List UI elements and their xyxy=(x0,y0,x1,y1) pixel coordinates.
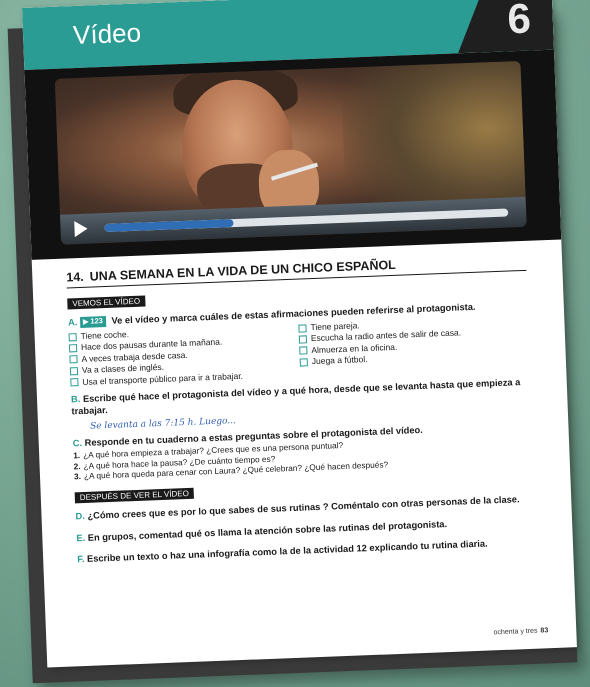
textbook-page: Vídeo 6 14. UNA SEMANA EN LA VIDA DE UN C… xyxy=(22,0,577,668)
section-label-after: DESPUÉS DE VER EL VÍDEO xyxy=(74,488,195,504)
task-a-letter: A. xyxy=(67,317,78,328)
question-number: 2. xyxy=(73,460,81,472)
activity-number: 14. xyxy=(66,269,85,285)
checkbox[interactable] xyxy=(69,367,79,376)
activity-content: 14. UNA SEMANA EN LA VIDA DE UN CHICO ESP… xyxy=(66,247,537,567)
checkbox[interactable] xyxy=(69,355,78,364)
checkbox[interactable] xyxy=(70,378,79,387)
section-label-watch: VEMOS EL VÍDEO xyxy=(67,295,146,310)
task-c-letter: C. xyxy=(72,438,83,449)
checkbox[interactable] xyxy=(298,323,307,333)
checklist-right: Tiene pareja. Escucha la radio antes de s… xyxy=(298,314,530,380)
progress-bar[interactable] xyxy=(104,208,509,232)
task-b-letter: B. xyxy=(70,394,81,405)
task-e-letter: E. xyxy=(76,532,86,544)
video-player[interactable] xyxy=(54,60,527,245)
checklist-item-label: Tiene coche. xyxy=(80,328,130,341)
task-e-text: En grupos, comentad qué os llama la aten… xyxy=(87,518,448,543)
task-f-letter: F. xyxy=(77,554,85,565)
checkbox[interactable] xyxy=(68,344,78,353)
checklist-item-label: Juega a fútbol. xyxy=(311,354,368,367)
activity-heading: 14. UNA SEMANA EN LA VIDA DE UN CHICO ESP… xyxy=(66,252,527,289)
progress-fill xyxy=(104,219,234,232)
video-band xyxy=(24,49,562,260)
footer-text: ochenta y tres xyxy=(493,627,538,637)
page-footer: ochenta y tres 83 xyxy=(493,627,548,636)
activity-title: UNA SEMANA EN LA VIDA DE UN CHICO ESPAÑO… xyxy=(89,257,397,284)
video-badge: ▶ 123 xyxy=(79,316,107,328)
play-icon[interactable] xyxy=(74,220,88,238)
question-number: 1. xyxy=(73,450,81,461)
checkbox[interactable] xyxy=(298,335,308,344)
checklist-left: Tiene coche. Hace dos pausas durante la m… xyxy=(68,322,300,388)
chapter-tab xyxy=(456,0,554,53)
chapter-number: 6 xyxy=(506,0,532,43)
checkbox[interactable] xyxy=(299,346,308,356)
checklist-item-label: Almuerza en la oficina. xyxy=(311,341,398,355)
page-number: 83 xyxy=(540,627,549,635)
video-badge-number: 123 xyxy=(90,316,104,326)
task-f-text: Escribe un texto o haz una infografía co… xyxy=(86,539,488,565)
checklist-item-label: Tiene pareja. xyxy=(310,320,360,332)
task-d-letter: D. xyxy=(75,511,86,522)
question-number: 3. xyxy=(73,471,82,482)
checkbox[interactable] xyxy=(68,332,77,341)
page-title: Vídeo xyxy=(72,17,142,51)
checkbox[interactable] xyxy=(299,358,308,367)
play-triangle-icon: ▶ xyxy=(82,318,89,326)
